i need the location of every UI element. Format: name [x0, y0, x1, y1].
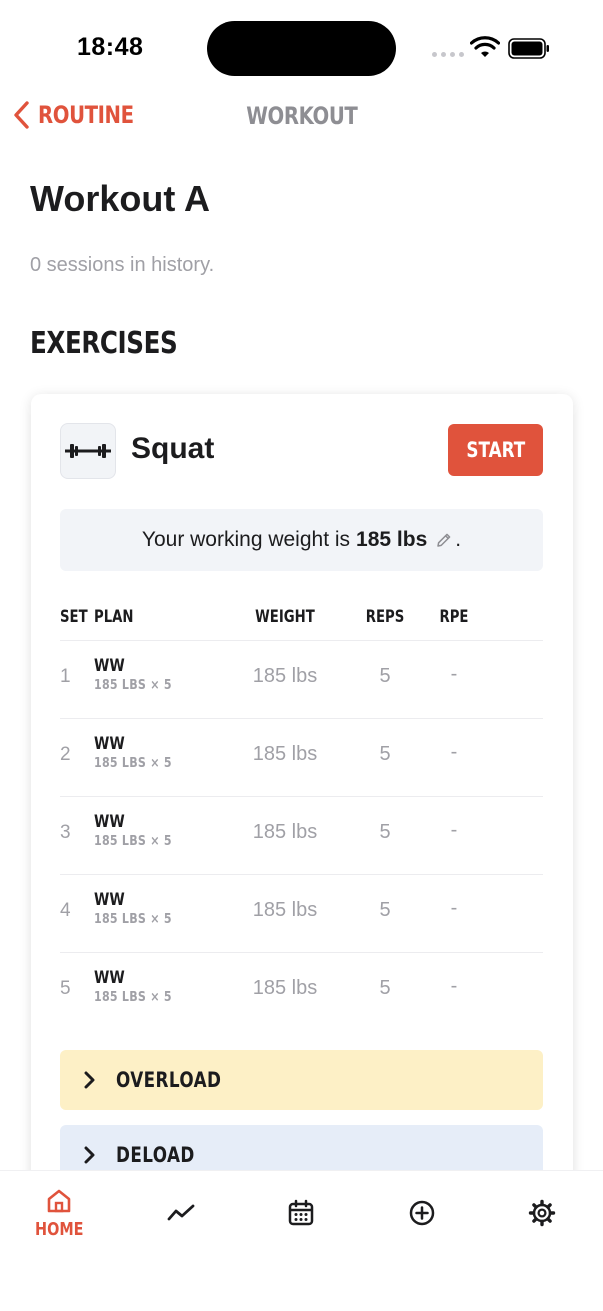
tab-progress[interactable]: [151, 1199, 211, 1227]
overload-accordion[interactable]: OVERLOAD: [60, 1050, 543, 1110]
plus-circle-icon: [409, 1200, 435, 1226]
chevron-right-icon: [84, 1146, 95, 1164]
set-number: 2: [60, 744, 71, 765]
column-header-plan: PLAN: [94, 607, 134, 627]
start-button[interactable]: START: [448, 424, 543, 476]
plan-detail: 185 LBS × 5: [94, 834, 172, 849]
dynamic-island: [207, 21, 396, 76]
gear-icon: [528, 1199, 556, 1227]
set-number: 5: [60, 978, 71, 999]
page-title: Workout A: [30, 178, 210, 219]
tab-settings[interactable]: [512, 1199, 572, 1227]
reps-value[interactable]: 5: [355, 743, 415, 766]
working-weight-banner: Your working weight is 185 lbs .: [60, 509, 543, 571]
weight-value[interactable]: 185 lbs: [235, 665, 335, 688]
reps-value[interactable]: 5: [355, 665, 415, 688]
set-number: 3: [60, 822, 71, 843]
table-row[interactable]: 2 WW 185 LBS × 5 185 lbs 5 -: [60, 718, 543, 796]
exercise-name: Squat: [131, 432, 215, 465]
plan-label: WW: [94, 812, 125, 832]
plan-detail: 185 LBS × 5: [94, 756, 172, 771]
column-header-set: SET: [60, 607, 88, 627]
table-row[interactable]: 3 WW 185 LBS × 5 185 lbs 5 -: [60, 796, 543, 874]
table-row[interactable]: 4 WW 185 LBS × 5 185 lbs 5 -: [60, 874, 543, 952]
pencil-icon[interactable]: [435, 531, 453, 549]
working-weight-value[interactable]: 185 lbs: [356, 528, 427, 552]
rpe-value[interactable]: -: [424, 741, 484, 764]
plan-label: WW: [94, 890, 125, 910]
working-weight-prefix: Your working weight is: [141, 528, 351, 551]
status-bar: 18:48: [0, 0, 603, 96]
weight-value[interactable]: 185 lbs: [235, 821, 335, 844]
reps-value[interactable]: 5: [355, 821, 415, 844]
calendar-icon: [288, 1199, 314, 1226]
tab-home[interactable]: HOME: [29, 1187, 89, 1240]
set-number: 1: [60, 666, 71, 687]
weight-value[interactable]: 185 lbs: [235, 977, 335, 1000]
barbell-icon: [60, 423, 116, 479]
tab-add[interactable]: [392, 1199, 452, 1227]
wifi-icon: [470, 36, 500, 57]
weight-value[interactable]: 185 lbs: [235, 743, 335, 766]
exercises-section-title: EXERCISES: [30, 326, 178, 361]
tab-bar: HOME: [0, 1170, 603, 1311]
home-icon: [47, 1189, 71, 1213]
cellular-signal-icon: [432, 52, 464, 57]
table-row[interactable]: 1 WW 185 LBS × 5 185 lbs 5 -: [60, 640, 543, 718]
rpe-value[interactable]: -: [424, 975, 484, 998]
tab-home-label: HOME: [34, 1219, 84, 1240]
exercise-card: Squat START Your working weight is 185 l…: [31, 394, 573, 1194]
weight-value[interactable]: 185 lbs: [235, 899, 335, 922]
rpe-value[interactable]: -: [424, 663, 484, 686]
plan-detail: 185 LBS × 5: [94, 912, 172, 927]
plan-label: WW: [94, 656, 125, 676]
plan-detail: 185 LBS × 5: [94, 678, 172, 693]
navigation-bar: ROUTINE WORKOUT: [0, 96, 603, 140]
rpe-value[interactable]: -: [424, 819, 484, 842]
plan-detail: 185 LBS × 5: [94, 990, 172, 1005]
set-number: 4: [60, 900, 71, 921]
rpe-value[interactable]: -: [424, 897, 484, 920]
chevron-right-icon: [84, 1071, 95, 1089]
working-weight-suffix: .: [455, 528, 462, 551]
plan-label: WW: [94, 968, 125, 988]
column-header-reps: REPS: [365, 607, 405, 627]
tab-calendar[interactable]: [271, 1199, 331, 1227]
table-row[interactable]: 5 WW 185 LBS × 5 185 lbs 5 -: [60, 952, 543, 1030]
history-count: 0 sessions in history.: [30, 254, 215, 276]
status-time: 18:48: [77, 33, 144, 61]
reps-value[interactable]: 5: [355, 899, 415, 922]
plan-label: WW: [94, 734, 125, 754]
column-header-weight: WEIGHT: [255, 607, 315, 627]
column-header-rpe: RPE: [439, 607, 469, 627]
reps-value[interactable]: 5: [355, 977, 415, 1000]
battery-icon: [508, 38, 549, 59]
deload-label: DELOAD: [116, 1143, 195, 1167]
overload-label: OVERLOAD: [116, 1068, 222, 1092]
nav-title: WORKOUT: [245, 102, 358, 130]
chart-line-icon: [167, 1204, 195, 1221]
